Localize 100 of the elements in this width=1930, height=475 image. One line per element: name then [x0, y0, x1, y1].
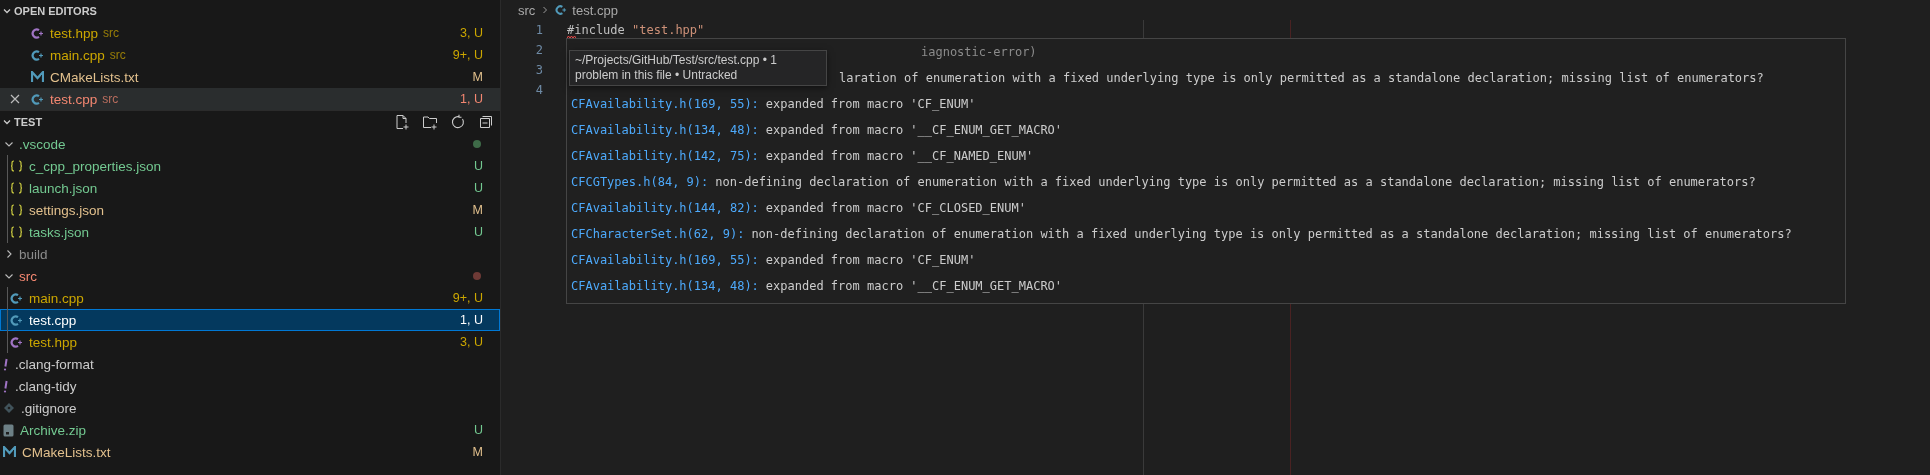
m-icon [31, 71, 44, 83]
file-name: tasks.json [29, 224, 90, 240]
status-label: 1, U [460, 92, 483, 106]
tooltip: ~/Projects/GitHub/Test/src/test.cpp • 1 problem in this file • Untracked [569, 50, 827, 86]
braces-icon [10, 182, 23, 194]
refresh-icon[interactable] [450, 114, 466, 130]
status-label: U [473, 159, 483, 173]
chevron-icon[interactable] [2, 6, 12, 16]
status-label: M [472, 203, 483, 217]
archive-icon [3, 423, 14, 437]
braces-icon [10, 226, 23, 238]
braces-icon [10, 204, 23, 216]
exclamation-icon [3, 357, 9, 371]
file-name: main.cpp [50, 47, 105, 63]
c-plus-icon [31, 92, 44, 106]
diagnostic-message: expanded from macro '__CF_ENUM_GET_MACRO' [765, 123, 1063, 137]
explorer-item[interactable]: c_cpp_properties.json U [0, 155, 500, 177]
folder-name: src [109, 48, 126, 62]
file-name: c_cpp_properties.json [29, 158, 162, 174]
diagnostic-source: iagnostic-error) [921, 45, 1037, 59]
diamond-icon [3, 402, 15, 414]
explorer-item[interactable]: .gitignore [0, 397, 500, 419]
diagnostic-message: expanded from macro '__CF_ENUM_GET_MACRO' [765, 279, 1063, 293]
explorer-item[interactable]: main.cpp 9+, U [0, 287, 500, 309]
file-name: test.cpp [50, 91, 98, 107]
explorer-item[interactable]: tasks.json U [0, 221, 500, 243]
file-link[interactable]: CFAvailability.h(142, 75): [571, 149, 759, 163]
diagnostic-message: expanded from macro 'CF_ENUM' [765, 97, 976, 111]
close-icon[interactable] [10, 94, 20, 104]
explorer-item[interactable]: Archive.zip U [0, 419, 500, 441]
file-name: .clang-format [15, 356, 94, 372]
breadcrumb-item[interactable]: src [518, 2, 536, 18]
file-name: CMakeLists.txt [22, 444, 111, 460]
explorer-item[interactable]: test.cpp 1, U [0, 309, 500, 331]
file-link[interactable]: CFCharacterSet.h(62, 9): [571, 227, 745, 241]
status-label: U [473, 181, 483, 195]
file-name: launch.json [29, 180, 98, 196]
explorer-item[interactable]: settings.json M [0, 199, 500, 221]
open-editor-item[interactable]: test.hpp src 3, U [0, 22, 500, 44]
file-name: .gitignore [21, 400, 77, 416]
c-plus-icon [31, 26, 44, 40]
file-name: test.hpp [29, 334, 78, 350]
explorer-item[interactable]: src [0, 265, 500, 287]
file-name: build [19, 246, 48, 262]
status-label: M [472, 445, 483, 459]
file-link[interactable]: CFCGTypes.h(84, 9): [571, 175, 709, 189]
status-label: 3, U [460, 335, 483, 349]
file-name: Archive.zip [20, 422, 87, 438]
status-label: U [473, 225, 483, 239]
diagnostic-message: expanded from macro 'CF_ENUM' [765, 253, 976, 267]
file-name: test.hpp [50, 25, 99, 41]
explorer-item[interactable]: build [0, 243, 500, 265]
c-plus-icon [31, 48, 44, 62]
breadcrumb-item[interactable]: test.cpp [572, 2, 618, 18]
explorer-item[interactable]: CMakeLists.txt M [0, 441, 500, 463]
collapse-all-icon[interactable] [478, 114, 494, 130]
status-label: 9+, U [452, 291, 483, 305]
folder-name: src [102, 92, 119, 106]
file-link[interactable]: CFAvailability.h(169, 55): [571, 97, 759, 111]
open-editor-item[interactable]: test.cpp src 1, U [0, 88, 500, 110]
c-plus-icon [10, 335, 23, 349]
file-link[interactable]: CFAvailability.h(134, 48): [571, 279, 759, 293]
line-number: 4 [534, 83, 543, 97]
file-link[interactable]: CFAvailability.h(144, 82): [571, 201, 759, 215]
status-label: 9+, U [452, 48, 483, 62]
new-file-icon[interactable] [394, 114, 410, 130]
folder-name: src [103, 26, 120, 40]
status-label: 3, U [460, 26, 483, 40]
file-name: main.cpp [29, 290, 84, 306]
diagnostic-message: expanded from macro '__CF_NAMED_ENUM' [765, 149, 1034, 163]
chevron-icon[interactable] [2, 117, 12, 127]
file-name: .vscode [19, 136, 66, 152]
explorer-item[interactable]: .vscode [0, 133, 500, 155]
section-title[interactable]: TEST [14, 116, 43, 128]
file-link[interactable]: CFAvailability.h(169, 55): [571, 253, 759, 267]
explorer-item[interactable]: .clang-tidy [0, 375, 500, 397]
explorer-item[interactable]: launch.json U [0, 177, 500, 199]
new-folder-icon[interactable] [422, 114, 438, 130]
file-name: settings.json [29, 202, 105, 218]
status-label: 1, U [460, 313, 483, 327]
code-token: #include [567, 23, 626, 37]
c-plus-icon [10, 313, 23, 327]
line-number: 2 [534, 43, 543, 57]
explorer-item[interactable]: test.hpp 3, U [0, 331, 500, 353]
line-number: 3 [534, 63, 543, 77]
status-label: U [473, 423, 483, 437]
diagnostic-message: expanded from macro 'CF_CLOSED_ENUM' [765, 201, 1026, 215]
line-number: 1 [534, 23, 543, 37]
exclamation-icon [3, 379, 9, 393]
open-editor-item[interactable]: main.cpp src 9+, U [0, 44, 500, 66]
explorer-item[interactable]: .clang-format [0, 353, 500, 375]
file-name: .clang-tidy [15, 378, 77, 394]
c-plus-icon [555, 4, 568, 16]
open-editor-item[interactable]: CMakeLists.txt M [0, 66, 500, 88]
braces-icon [10, 160, 23, 172]
section-title[interactable]: OPEN EDITORS [14, 5, 97, 17]
diagnostic-message: non-defining declaration of enumeration with a fixed underlying type is only permitted as a standalone declaration; missing list of enumerators? [751, 227, 1792, 241]
diagnostic-message: non-defining declaration of enumeration with a fixed underlying type is only permitted as a standalone declaration; missing list of enumerators? [715, 175, 1756, 189]
file-link[interactable]: CFAvailability.h(134, 48): [571, 123, 759, 137]
m-icon [3, 446, 16, 458]
